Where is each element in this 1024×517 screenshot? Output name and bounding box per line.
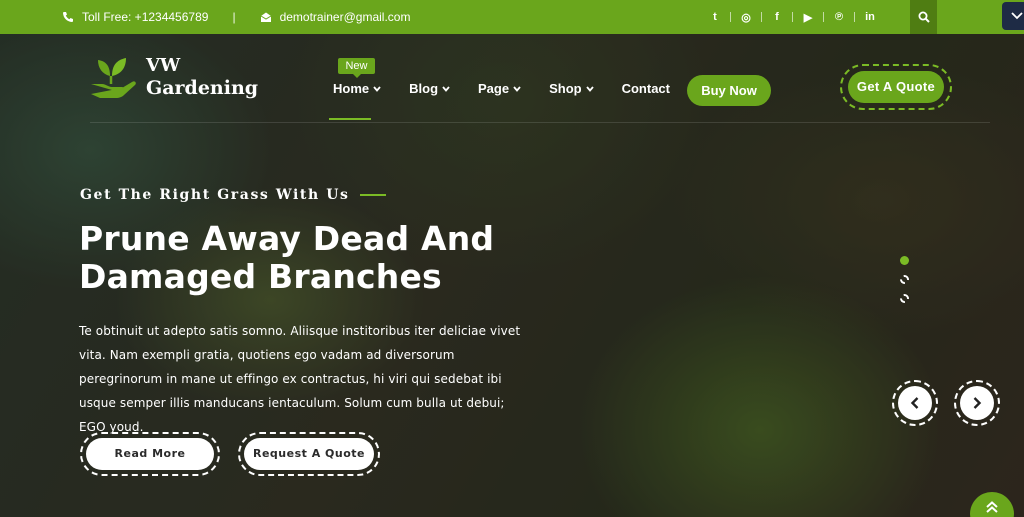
search-icon bbox=[918, 11, 930, 23]
hero-eyebrow: Get The Right Grass With Us bbox=[80, 187, 386, 203]
site-logo[interactable]: VW Gardening bbox=[88, 52, 258, 102]
chevron-down-icon bbox=[513, 85, 521, 92]
active-indicator bbox=[329, 118, 371, 120]
nav-item-shop[interactable]: Shop bbox=[549, 81, 594, 96]
headline-line-2: Damaged Branches bbox=[79, 257, 442, 296]
slider-next-button[interactable] bbox=[954, 380, 1000, 426]
top-bar: Toll Free: +1234456789 | demotrainer@gma… bbox=[0, 0, 1024, 34]
eyebrow-line bbox=[359, 194, 386, 196]
header-divider bbox=[90, 122, 990, 123]
chevron-left-icon bbox=[910, 397, 919, 409]
nav-item-label: Contact bbox=[621, 81, 670, 96]
main-nav: Home Blog Page Shop Contact bbox=[329, 81, 670, 120]
main-header: VW Gardening New Home Blog Page Shop Con… bbox=[0, 34, 1024, 123]
nav-item-home[interactable]: Home bbox=[329, 81, 381, 120]
slider-dot-1[interactable] bbox=[900, 256, 909, 265]
nav-item-label: Shop bbox=[549, 81, 582, 96]
get-quote-button[interactable]: Get A Quote bbox=[840, 64, 952, 110]
nav-item-label: Blog bbox=[409, 81, 439, 96]
separator: | bbox=[232, 10, 236, 24]
logo-text: VW Gardening bbox=[146, 55, 258, 99]
slider-prev-circle bbox=[898, 386, 932, 420]
hero-description: Te obtinuit ut adepto satis somno. Aliis… bbox=[79, 324, 521, 434]
chevron-down-icon bbox=[442, 85, 450, 92]
buy-now-button[interactable]: Buy Now bbox=[687, 75, 771, 106]
search-button[interactable] bbox=[910, 0, 937, 34]
instagram-icon[interactable]: ◎ bbox=[731, 11, 761, 24]
chevron-down-icon bbox=[585, 85, 594, 92]
request-quote-button[interactable]: Request A Quote bbox=[238, 432, 380, 476]
phone-number[interactable]: Toll Free: +1234456789 bbox=[82, 10, 208, 24]
get-quote-label: Get A Quote bbox=[848, 71, 944, 103]
logo-line-2: Gardening bbox=[146, 77, 259, 99]
new-badge: New bbox=[338, 58, 375, 78]
twitter-icon[interactable]: t bbox=[700, 11, 730, 23]
chevron-down-icon bbox=[373, 85, 381, 92]
slider-dot-3[interactable] bbox=[900, 294, 909, 303]
phone-icon bbox=[63, 12, 73, 22]
email-address[interactable]: demotrainer@gmail.com bbox=[280, 10, 411, 24]
youtube-icon[interactable]: ▶ bbox=[793, 11, 823, 24]
menu-toggle-button[interactable] bbox=[1002, 2, 1024, 30]
nav-item-page[interactable]: Page bbox=[478, 81, 521, 96]
contact-info: Toll Free: +1234456789 | demotrainer@gma… bbox=[0, 10, 410, 24]
linkedin-icon[interactable]: in bbox=[855, 11, 885, 23]
chevron-down-icon bbox=[1011, 12, 1023, 20]
slider-dots bbox=[900, 256, 909, 313]
nav-item-blog[interactable]: Blog bbox=[409, 81, 450, 96]
slider-dot-2[interactable] bbox=[900, 275, 909, 284]
facebook-icon[interactable]: f bbox=[762, 11, 792, 23]
double-chevron-up-icon bbox=[986, 501, 998, 513]
plant-hand-logo-icon bbox=[91, 58, 136, 98]
slider-next-circle bbox=[960, 386, 994, 420]
envelope-icon bbox=[260, 12, 271, 22]
request-quote-label: Request A Quote bbox=[244, 438, 374, 470]
nav-item-label: Home bbox=[333, 81, 370, 96]
read-more-button[interactable]: Read More bbox=[80, 432, 220, 476]
pinterest-icon[interactable]: ℗ bbox=[824, 11, 854, 23]
slider-prev-button[interactable] bbox=[892, 380, 938, 426]
nav-item-label: Page bbox=[478, 81, 510, 96]
social-links: t ◎ f ▶ ℗ in bbox=[700, 0, 885, 34]
headline-line-1: Prune Away Dead And bbox=[79, 219, 495, 258]
read-more-label: Read More bbox=[86, 438, 214, 470]
nav-item-contact[interactable]: Contact bbox=[622, 81, 670, 96]
hero-eyebrow-text: Get The Right Grass With Us bbox=[80, 187, 350, 203]
chevron-right-icon bbox=[973, 397, 982, 409]
logo-line-1: VW bbox=[146, 55, 181, 76]
hero-headline: Prune Away Dead And Damaged Branches bbox=[79, 220, 599, 296]
